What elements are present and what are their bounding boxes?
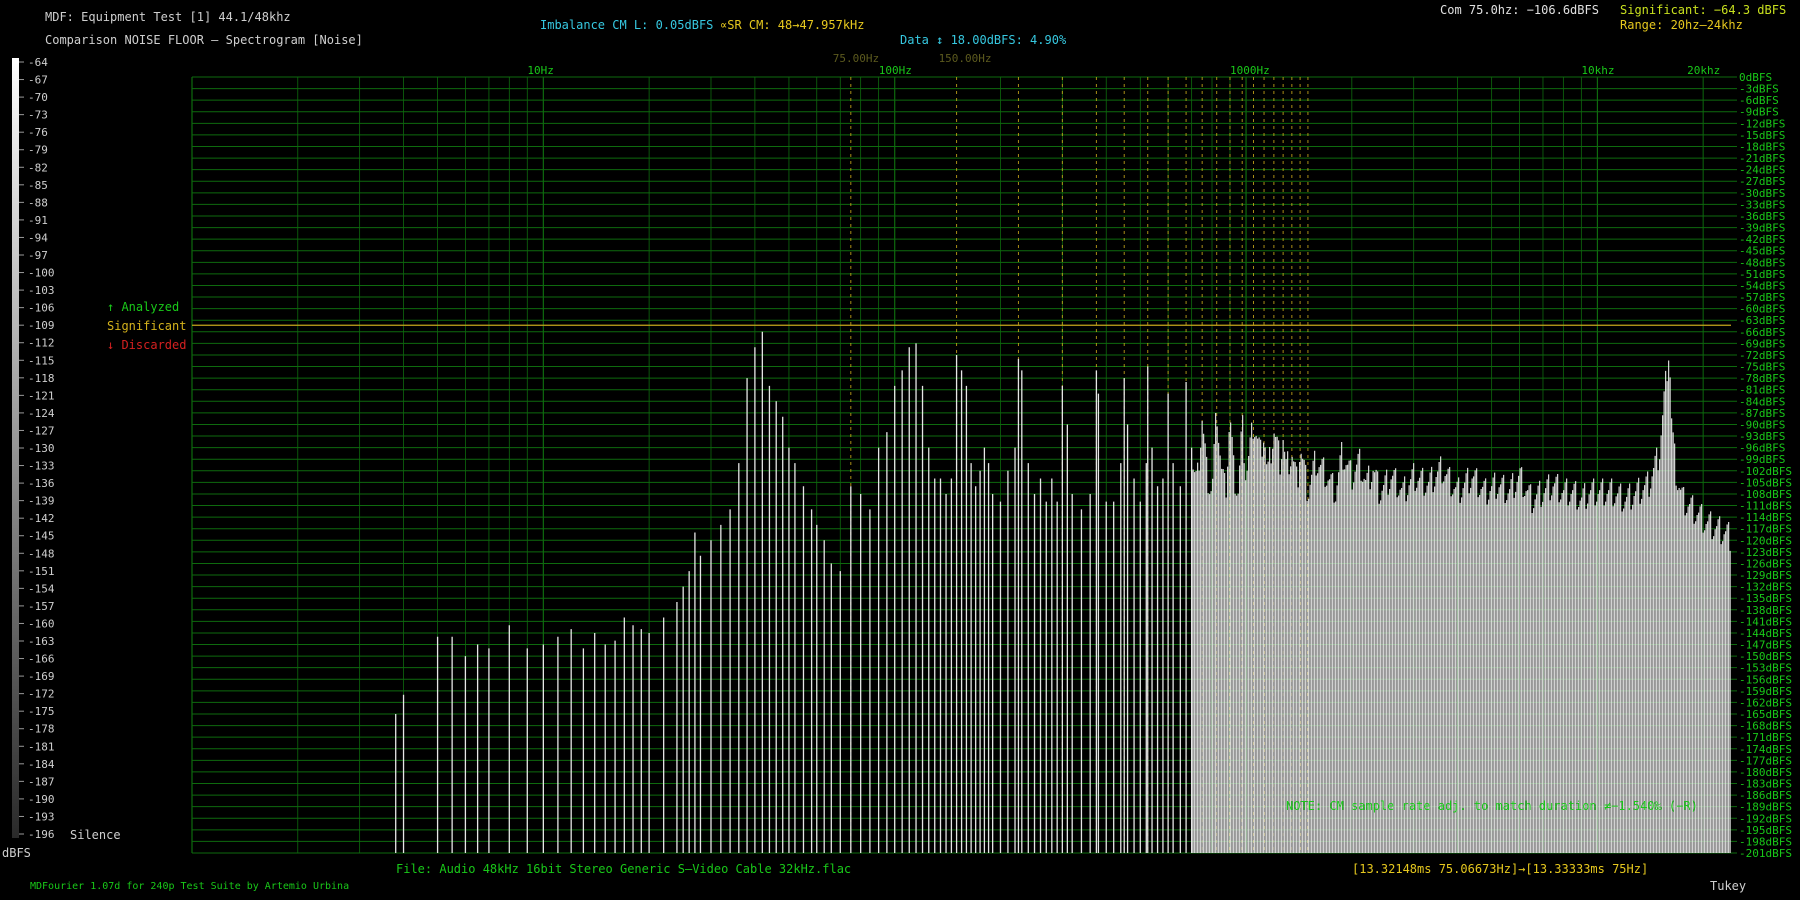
scale-label: -85 [28,179,48,192]
scale-label: -118 [28,372,55,385]
marker-label: 150.00Hz [939,52,992,65]
x-tick-label: 100Hz [879,64,912,77]
y-tick-label: -201dBFS [1739,847,1792,860]
scale-label: -112 [28,337,55,350]
scale-label: -127 [28,424,55,437]
scale-label: -148 [28,547,55,560]
scale-label: -142 [28,512,55,525]
scale-label: -181 [28,740,55,753]
significant-readout: Significant: −64.3 dBFS [1620,3,1787,17]
scale-label: -136 [28,477,55,490]
scale-label: -157 [28,600,55,613]
scale-label: -121 [28,389,55,402]
scale-label: -169 [28,670,55,683]
scale-label: -106 [28,302,55,315]
scale-label: -184 [28,758,55,771]
scale-label: -190 [28,793,55,806]
marker-label: 75.00Hz [833,52,879,65]
scale-label: -109 [28,319,55,332]
scale-label: -91 [28,214,48,227]
scale-label: -178 [28,723,55,736]
scale-label: -79 [28,144,48,157]
spectrogram-chart: 0dBFS-3dBFS-6dBFS-9dBFS-12dBFS-15dBFS-18… [12,52,1792,860]
scale-label: -124 [28,407,55,420]
chart-subtitle: Comparison NOISE FLOOR — Spectrogram [No… [45,33,363,47]
scale-label: -82 [28,161,48,174]
scale-label: -70 [28,91,48,104]
scale-label: -145 [28,530,55,543]
scale-label: -97 [28,249,48,262]
x-tick-label: 10khz [1581,64,1614,77]
range-readout: Range: 20hz–24khz [1620,18,1743,32]
scale-label: -187 [28,775,55,788]
scale-label: -151 [28,565,55,578]
data-readout: Data ↕ 18.00dBFS: 4.90% [900,33,1067,47]
scale-label: -100 [28,267,55,280]
scale-label: -154 [28,582,55,595]
scale-label: -166 [28,653,55,666]
scale-label: -175 [28,705,55,718]
scale-label: -76 [28,126,48,139]
scale-unit: dBFS [2,846,31,860]
x-tick-label: 1000Hz [1230,64,1270,77]
imbalance-readout: Imbalance CM L: 0.05dBFS [540,18,714,32]
x-tick-label: 20khz [1687,64,1720,77]
scale-label: -64 [28,56,48,69]
legend-analyzed: ↑ Analyzed [107,300,180,314]
scale-label: -67 [28,74,48,87]
scale-label: -94 [28,231,48,244]
scale-label: -193 [28,810,55,823]
left-scale: -64 -67 -70 -73 -76 -79 -82 -85 -88 -91 -94 -97 -100… [12,56,55,841]
scale-label: -163 [28,635,55,648]
scale-label: -88 [28,196,48,209]
scale-label: -130 [28,442,55,455]
x-tick-label: 10Hz [527,64,554,77]
scale-label: -172 [28,688,55,701]
scale-label: -160 [28,617,55,630]
scale-label: -196 [28,828,55,841]
spectrum-bars [395,331,1731,853]
note-text: NOTE: CM sample rate adj. to match durat… [1286,799,1698,813]
credit-text: MDFourier 1.07d for 240p Test Suite by A… [30,881,350,892]
sr-cm-readout: ∝SR CM: 48→47.957kHz [720,18,865,32]
scale-label: -139 [28,495,55,508]
timing-info: [13.32148ms 75.06673Hz]→[13.33333ms 75Hz… [1352,862,1649,876]
legend-significant: Significant [107,319,187,333]
scale-bar [12,58,19,838]
scale-label: -133 [28,460,55,473]
file-info: File: Audio 48kHz 16bit Stereo Generic S… [396,862,852,876]
chart-title: MDF: Equipment Test [1] 44.1/48khz [45,10,291,24]
scale-label: -115 [28,354,55,367]
legend-silence: Silence [70,828,121,842]
window-label: Tukey [1710,879,1747,893]
com-readout: Com 75.0hz: −106.6dBFS [1440,3,1599,17]
scale-label: -103 [28,284,55,297]
scale-label: -73 [28,109,48,122]
legend-discarded: ↓ Discarded [107,338,187,352]
